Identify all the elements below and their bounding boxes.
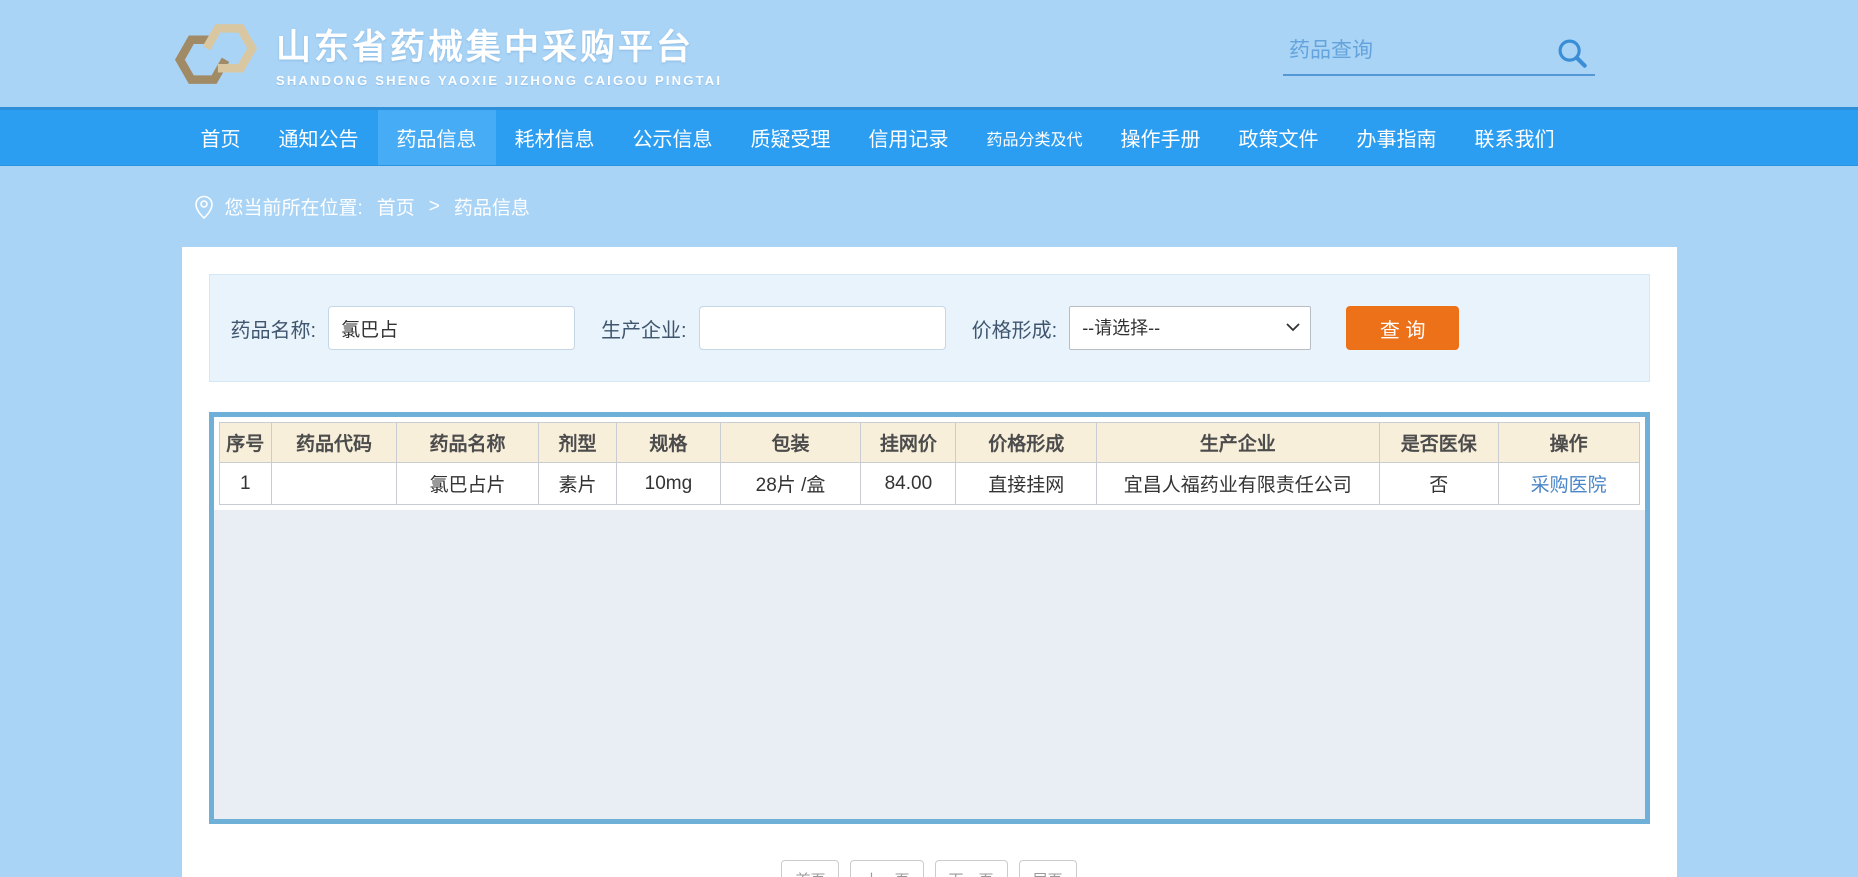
manufacturer-input[interactable] — [698, 306, 946, 350]
breadcrumb-prefix: 您当前所在位置: — [224, 198, 363, 219]
cell-package: 28片 /盒 — [719, 462, 862, 505]
col-seq: 序号 — [218, 422, 273, 463]
last-page-button[interactable]: 尾页 — [1018, 860, 1077, 877]
filter-panel: 药品名称: 生产企业: 价格形成: --请选择-- 查 询 — [208, 274, 1650, 382]
col-dosage-form: 剂型 — [537, 422, 618, 463]
site-subtitle: SHANDONG SHENG YAOXIE JIZHONG CAIGOU PIN… — [276, 73, 723, 88]
nav-item-contact[interactable]: 联系我们 — [1456, 110, 1574, 165]
cell-seq: 1 — [218, 462, 273, 505]
breadcrumb: 您当前所在位置: 首页 > 药品信息 — [225, 193, 544, 220]
prev-page-button[interactable]: 上一页 — [850, 860, 924, 877]
col-spec: 规格 — [616, 422, 721, 463]
query-button[interactable]: 查 询 — [1346, 306, 1460, 350]
table-row: 1 氯巴占片 素片 10mg 28片 /盒 84.00 直接挂网 宜昌人福药业有… — [218, 462, 1640, 505]
col-drug-name: 药品名称 — [395, 422, 539, 463]
price-formation-select[interactable]: --请选择-- — [1069, 306, 1312, 350]
nav-item-credit[interactable]: 信用记录 — [850, 110, 968, 165]
col-drug-code: 药品代码 — [271, 422, 397, 463]
nav-item-drug-info[interactable]: 药品信息 — [377, 110, 496, 165]
top-header: 山东省药械集中采购平台 SHANDONG SHENG YAOXIE JIZHON… — [0, 0, 1858, 107]
nav-item-notices[interactable]: 通知公告 — [260, 110, 378, 165]
nav-item-home[interactable]: 首页 — [182, 110, 260, 165]
cell-drug-name: 氯巴占片 — [395, 462, 539, 505]
main-nav: 首页 通知公告 药品信息 耗材信息 公示信息 质疑受理 信用记录 药品分类及代 … — [0, 107, 1858, 166]
cell-listed-price: 84.00 — [860, 462, 957, 505]
first-page-button[interactable]: 首页 — [781, 860, 840, 877]
table-header-row: 序号 药品代码 药品名称 剂型 规格 包装 挂网价 价格形成 生产企业 是否医保… — [218, 422, 1640, 463]
site-title: 山东省药械集中采购平台 — [276, 28, 695, 67]
nav-item-publicity[interactable]: 公示信息 — [614, 110, 732, 165]
cell-medical-insurance: 否 — [1378, 462, 1499, 505]
breadcrumb-current[interactable]: 药品信息 — [454, 193, 530, 220]
cell-manufacturer: 宜昌人福药业有限责任公司 — [1096, 462, 1380, 505]
logo: 山东省药械集中采购平台 SHANDONG SHENG YAOXIE JIZHON… — [170, 16, 722, 92]
search-icon[interactable] — [1551, 32, 1595, 76]
cell-drug-code — [271, 462, 397, 505]
col-action: 操作 — [1497, 422, 1640, 463]
col-medical-insurance: 是否医保 — [1378, 422, 1499, 463]
nav-item-manual[interactable]: 操作手册 — [1102, 110, 1220, 165]
purchase-hospital-link[interactable]: 采购医院 — [1531, 475, 1607, 496]
nav-item-guide[interactable]: 办事指南 — [1338, 110, 1456, 165]
nav-item-objections[interactable]: 质疑受理 — [732, 110, 850, 165]
nav-item-consumables[interactable]: 耗材信息 — [496, 110, 614, 165]
col-package: 包装 — [719, 422, 862, 463]
results-table: 序号 药品代码 药品名称 剂型 规格 包装 挂网价 价格形成 生产企业 是否医保… — [218, 422, 1640, 505]
location-pin-icon — [194, 195, 213, 219]
breadcrumb-band: 您当前所在位置: 首页 > 药品信息 — [0, 166, 1858, 247]
drug-search-input[interactable] — [1283, 33, 1551, 76]
results-table-container: 序号 药品代码 药品名称 剂型 规格 包装 挂网价 价格形成 生产企业 是否医保… — [208, 412, 1650, 824]
nav-item-policies[interactable]: 政策文件 — [1220, 110, 1338, 165]
drug-name-input[interactable] — [328, 306, 576, 350]
breadcrumb-home-link[interactable]: 首页 — [377, 193, 415, 220]
col-price-formation: 价格形成 — [955, 422, 1098, 463]
nav-item-classification[interactable]: 药品分类及代 — [968, 110, 1102, 165]
breadcrumb-separator: > — [428, 195, 440, 217]
main-content: 药品名称: 生产企业: 价格形成: --请选择-- 查 询 — [181, 247, 1677, 877]
price-formation-label: 价格形成: — [971, 319, 1058, 342]
next-page-button[interactable]: 下一页 — [934, 860, 1008, 877]
drug-name-label: 药品名称: — [230, 319, 317, 342]
pagination: 首页 上一页 下一页 尾页 — [209, 860, 1650, 877]
cell-dosage-form: 素片 — [537, 462, 618, 505]
logo-icon — [174, 23, 258, 84]
cell-spec: 10mg — [616, 462, 721, 505]
col-manufacturer: 生产企业 — [1096, 422, 1380, 463]
top-search — [1283, 32, 1595, 76]
manufacturer-label: 生产企业: — [601, 319, 687, 342]
col-listed-price: 挂网价 — [860, 422, 957, 463]
cell-price-formation: 直接挂网 — [955, 462, 1098, 505]
